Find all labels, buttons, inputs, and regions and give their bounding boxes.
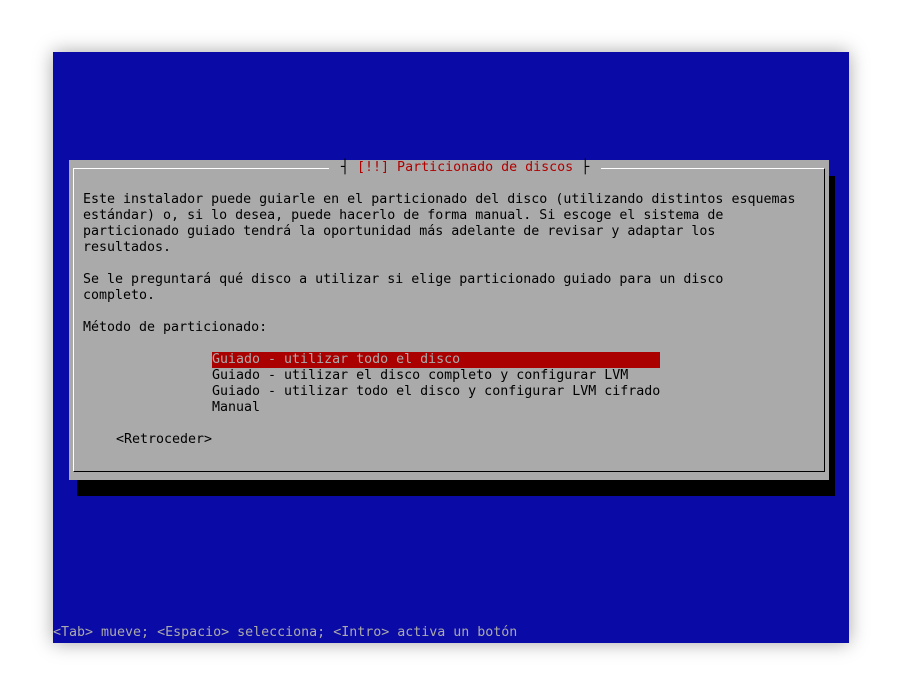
method-prompt: Método de particionado: xyxy=(83,320,268,335)
dialog-title: ┤ [!!] Particionado de discos ├ xyxy=(329,160,602,176)
option-guided-lvm[interactable]: Guiado - utilizar el disco completo y co… xyxy=(212,368,660,384)
installer-screen: ┤ [!!] Particionado de discos ├ Este ins… xyxy=(53,52,849,643)
title-right-bar: ├ xyxy=(581,160,590,175)
partitioning-dialog: ┤ [!!] Particionado de discos ├ Este ins… xyxy=(69,160,829,480)
dialog-note: Se le preguntará qué disco a utilizar si… xyxy=(83,272,724,303)
dialog-title-text: [!!] Particionado de discos xyxy=(357,160,574,175)
title-left-bar: ┤ xyxy=(341,160,350,175)
option-guided-entire-disk[interactable]: Guiado - utilizar todo el disco xyxy=(212,352,660,368)
dialog-description: Este instalador puede guiarle en el part… xyxy=(83,192,796,255)
option-manual[interactable]: Manual xyxy=(212,400,660,416)
back-button[interactable]: <Retroceder> xyxy=(116,432,212,448)
option-guided-encrypted-lvm[interactable]: Guiado - utilizar todo el disco y config… xyxy=(212,384,660,400)
partition-method-list[interactable]: Guiado - utilizar todo el disco Guiado -… xyxy=(212,352,660,416)
status-bar: <Tab> mueve; <Espacio> selecciona; <Intr… xyxy=(53,625,518,640)
